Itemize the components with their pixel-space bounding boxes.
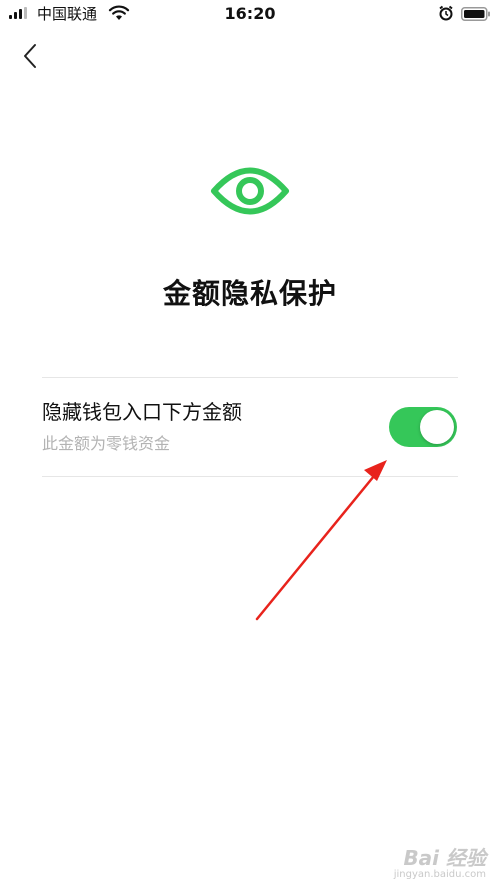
watermark-url: jingyan.baidu.com xyxy=(393,869,486,880)
setting-row-hide-amount: 隐藏钱包入口下方金额 此金额为零钱资金 xyxy=(42,378,458,476)
status-time: 16:20 xyxy=(224,4,276,23)
setting-label: 隐藏钱包入口下方金额 xyxy=(42,400,242,424)
divider xyxy=(42,476,458,477)
page-title: 金额隐私保护 xyxy=(162,277,337,310)
setting-description: 此金额为零钱资金 xyxy=(42,434,171,453)
hide-amount-toggle[interactable] xyxy=(389,407,457,447)
alarm-icon xyxy=(438,5,454,25)
status-bar: 中国联通 16:20 xyxy=(0,0,500,28)
watermark: Bai 经验 jingyan.baidu.com xyxy=(394,847,486,881)
eye-icon xyxy=(210,160,290,222)
back-button[interactable] xyxy=(14,40,46,72)
battery-icon xyxy=(461,6,491,25)
watermark-brand: Bai 经验 xyxy=(403,846,486,870)
chevron-left-icon xyxy=(24,44,36,68)
toggle-knob xyxy=(420,410,454,444)
